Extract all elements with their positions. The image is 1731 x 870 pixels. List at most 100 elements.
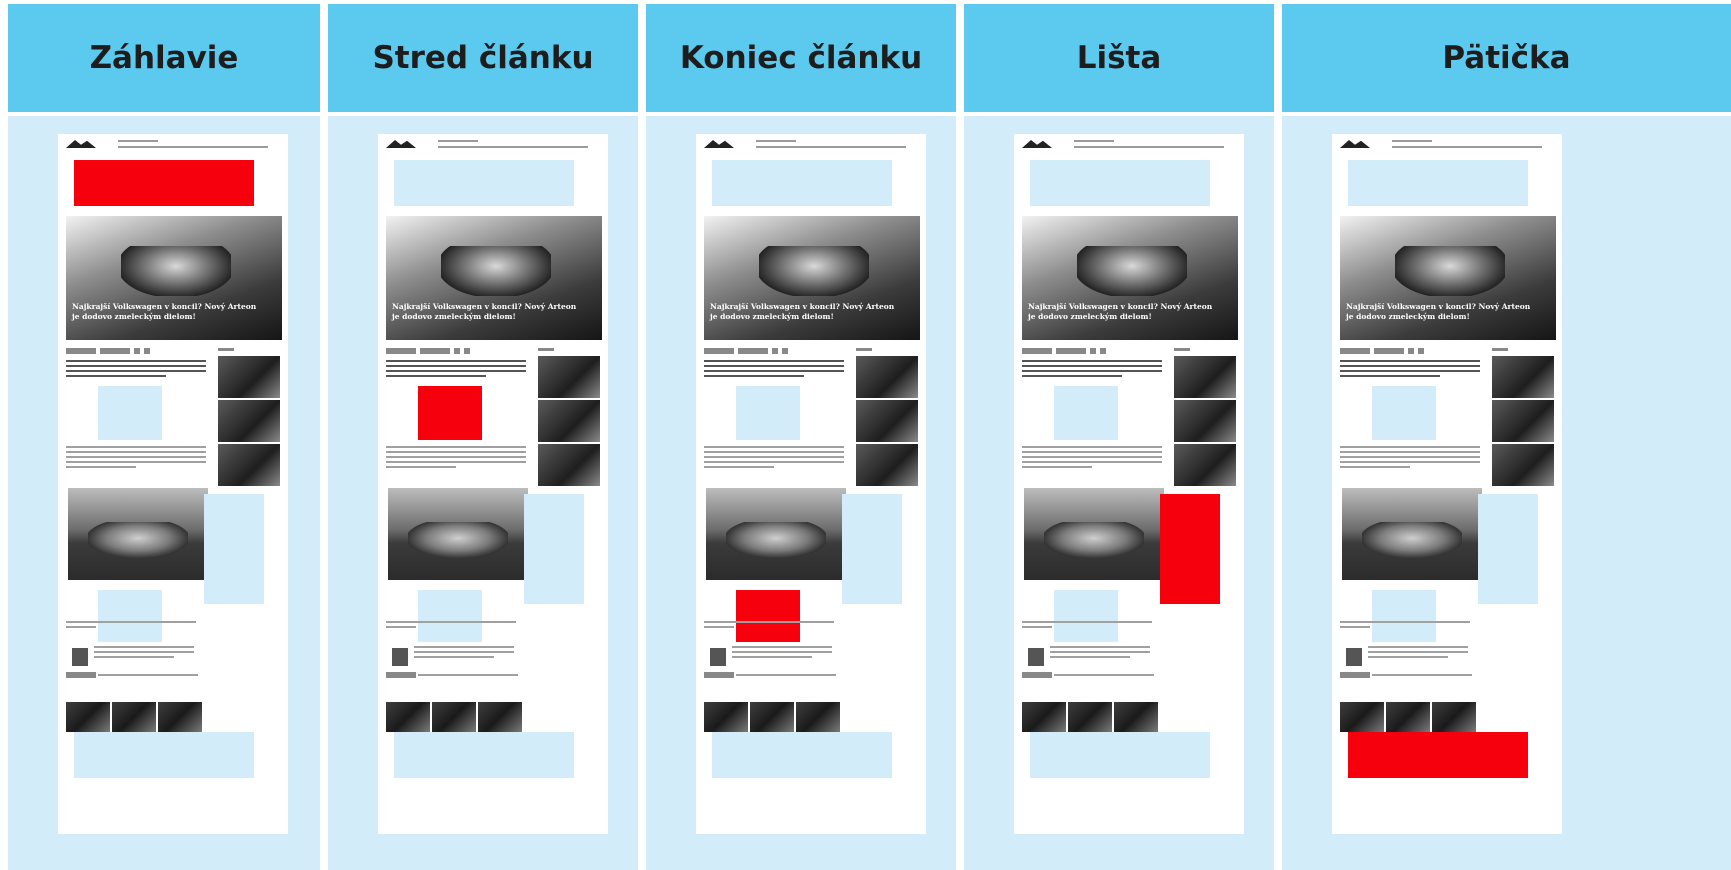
column-header: Stred článku <box>328 4 638 112</box>
sidebar-image <box>856 444 918 486</box>
ad-slot-header <box>712 160 892 206</box>
page-mockup: Najkrajší Volkswagen v koncil? Nový Arte… <box>378 134 608 834</box>
ad-slot-sidebar <box>204 494 264 604</box>
sidebar-image <box>1174 356 1236 398</box>
related-thumb <box>478 702 522 732</box>
hero-image: Najkrajší Volkswagen v koncil? Nový Arte… <box>1022 216 1238 340</box>
ad-position-grid: Záhlavie Najkrajší Volkswagen v koncil? … <box>0 0 1731 870</box>
ad-slot-footer <box>712 732 892 778</box>
hero-image: Najkrajší Volkswagen v koncil? Nový Arte… <box>66 216 282 340</box>
ad-slot-end <box>736 590 800 642</box>
related-thumb <box>1340 702 1384 732</box>
ad-slot-footer <box>74 732 254 778</box>
sidebar-image <box>1174 400 1236 442</box>
sidebar-image <box>856 400 918 442</box>
column-header: Pätička <box>1282 4 1731 112</box>
hero-image: Najkrajší Volkswagen v koncil? Nový Arte… <box>386 216 602 340</box>
related-thumb <box>386 702 430 732</box>
column-body: Najkrajší Volkswagen v koncil? Nový Arte… <box>646 116 956 870</box>
related-thumb <box>704 702 748 732</box>
hero-title: Najkrajší Volkswagen v koncil? Nový Arte… <box>1346 302 1531 321</box>
column-koniec: Koniec článku Najkrajší Volkswagen v kon… <box>638 0 956 870</box>
article-image <box>68 488 208 580</box>
column-title: Stred článku <box>372 40 594 76</box>
column-zahlavie: Záhlavie Najkrajší Volkswagen v koncil? … <box>0 0 320 870</box>
author-avatar <box>1028 648 1044 666</box>
sidebar-image <box>1492 400 1554 442</box>
hero-image: Najkrajší Volkswagen v koncil? Nový Arte… <box>1340 216 1556 340</box>
article-image <box>388 488 528 580</box>
column-body: Najkrajší Volkswagen v koncil? Nový Arte… <box>8 116 320 870</box>
related-thumb <box>1432 702 1476 732</box>
related-thumb <box>750 702 794 732</box>
ad-slot-header <box>394 160 574 206</box>
ad-slot-end <box>418 590 482 642</box>
hero-title: Najkrajší Volkswagen v koncil? Nový Arte… <box>72 302 257 321</box>
article-image <box>706 488 846 580</box>
logo-icon <box>66 140 96 148</box>
column-paticka: Pätička Najkrajší Volkswagen v koncil? N… <box>1274 0 1731 870</box>
ad-slot-mid <box>1372 386 1436 440</box>
article-image <box>1342 488 1482 580</box>
author-avatar <box>72 648 88 666</box>
related-thumb <box>112 702 156 732</box>
logo-icon <box>704 140 734 148</box>
hero-title: Najkrajší Volkswagen v koncil? Nový Arte… <box>1028 302 1213 321</box>
sidebar-image <box>538 444 600 486</box>
page-mockup: Najkrajší Volkswagen v koncil? Nový Arte… <box>1014 134 1244 834</box>
sidebar-image <box>1174 444 1236 486</box>
sidebar-image <box>218 400 280 442</box>
page-mockup: Najkrajší Volkswagen v koncil? Nový Arte… <box>58 134 288 834</box>
ad-slot-sidebar <box>1478 494 1538 604</box>
ad-slot-end <box>98 590 162 642</box>
column-body: Najkrajší Volkswagen v koncil? Nový Arte… <box>964 116 1274 870</box>
ad-slot-mid <box>1054 386 1118 440</box>
ad-slot-end <box>1372 590 1436 642</box>
ad-slot-header <box>74 160 254 206</box>
logo-icon <box>1340 140 1370 148</box>
ad-slot-end <box>1054 590 1118 642</box>
page-mockup: Najkrajší Volkswagen v koncil? Nový Arte… <box>696 134 926 834</box>
hero-title: Najkrajší Volkswagen v koncil? Nový Arte… <box>392 302 577 321</box>
related-thumb <box>1068 702 1112 732</box>
related-thumb <box>432 702 476 732</box>
ad-slot-header <box>1348 160 1528 206</box>
sidebar-image <box>538 400 600 442</box>
page-mockup: Najkrajší Volkswagen v koncil? Nový Arte… <box>1332 134 1562 834</box>
related-thumb <box>66 702 110 732</box>
ad-slot-footer <box>394 732 574 778</box>
column-header: Záhlavie <box>8 4 320 112</box>
author-avatar <box>392 648 408 666</box>
related-thumb <box>1022 702 1066 732</box>
sidebar-image <box>538 356 600 398</box>
ad-slot-footer <box>1348 732 1528 778</box>
sidebar-image <box>218 356 280 398</box>
ad-slot-sidebar <box>1160 494 1220 604</box>
column-body: Najkrajší Volkswagen v koncil? Nový Arte… <box>328 116 638 870</box>
author-avatar <box>1346 648 1362 666</box>
ad-slot-header <box>1030 160 1210 206</box>
ad-slot-sidebar <box>524 494 584 604</box>
column-header: Lišta <box>964 4 1274 112</box>
column-header: Koniec článku <box>646 4 956 112</box>
related-thumb <box>1114 702 1158 732</box>
article-image <box>1024 488 1164 580</box>
ad-slot-sidebar <box>842 494 902 604</box>
column-title: Koniec článku <box>679 40 923 76</box>
ad-slot-mid <box>98 386 162 440</box>
logo-icon <box>386 140 416 148</box>
ad-slot-mid <box>418 386 482 440</box>
sidebar-image <box>856 356 918 398</box>
sidebar-image <box>1492 444 1554 486</box>
ad-slot-mid <box>736 386 800 440</box>
ad-slot-footer <box>1030 732 1210 778</box>
column-stred: Stred článku Najkrajší Volkswagen v konc… <box>320 0 638 870</box>
logo-icon <box>1022 140 1052 148</box>
column-title: Pätička <box>1442 40 1571 76</box>
column-title: Záhlavie <box>89 40 239 76</box>
hero-image: Najkrajší Volkswagen v koncil? Nový Arte… <box>704 216 920 340</box>
related-thumb <box>796 702 840 732</box>
column-lista: Lišta Najkrajší Volkswagen v koncil? Nov… <box>956 0 1274 870</box>
author-avatar <box>710 648 726 666</box>
related-thumb <box>1386 702 1430 732</box>
